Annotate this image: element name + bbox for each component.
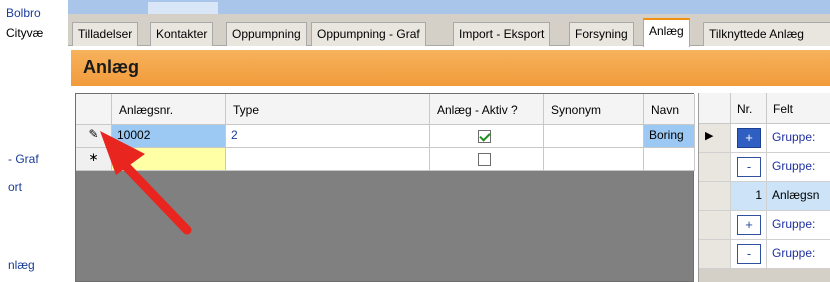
tab-tilladelser[interactable]: Tilladelser bbox=[72, 22, 139, 46]
tab-forsyning[interactable]: Forsyning bbox=[569, 22, 634, 46]
felt-grid-corner bbox=[699, 93, 731, 124]
row-indicator bbox=[699, 211, 731, 240]
tab-bar: Tilladelser Kontakter Oppumpning Oppumpn… bbox=[68, 14, 830, 47]
cell-navn-new[interactable] bbox=[644, 148, 695, 171]
nr-cell: - bbox=[731, 240, 767, 269]
nav-item-import-eksport[interactable]: ort bbox=[8, 180, 22, 194]
nr-cell: 1 bbox=[731, 182, 767, 211]
column-header-navn[interactable]: Navn bbox=[644, 94, 695, 125]
tab-anlaeg[interactable]: Anlæg bbox=[643, 18, 690, 47]
collapse-button[interactable]: - bbox=[737, 157, 761, 177]
aktiv-checkbox[interactable] bbox=[478, 130, 491, 143]
row-indicator bbox=[699, 182, 731, 211]
top-strip-segment bbox=[148, 2, 218, 14]
top-strip bbox=[68, 0, 830, 14]
cell-synonym[interactable] bbox=[544, 125, 644, 148]
expand-button[interactable]: + bbox=[737, 128, 761, 148]
tab-oppumpning[interactable]: Oppumpning bbox=[226, 22, 307, 46]
nav-item-cityvaerk[interactable]: Cityvæ bbox=[6, 26, 43, 40]
section-header: Anlæg bbox=[71, 50, 830, 86]
current-row-indicator: ▶ bbox=[699, 124, 731, 153]
column-header-anlaegsnr[interactable]: Anlægsnr. bbox=[112, 94, 226, 125]
felt-text: Anlægsn bbox=[772, 188, 820, 202]
felt-cell[interactable]: Gruppe: bbox=[767, 240, 830, 269]
felt-text: Gruppe: bbox=[772, 130, 816, 144]
cell-type-new[interactable] bbox=[226, 148, 430, 171]
expand-button[interactable]: + bbox=[737, 215, 761, 235]
cell-anlaegsnr-new[interactable] bbox=[112, 148, 226, 171]
tab-import-eksport[interactable]: Import - Eksport bbox=[453, 22, 551, 46]
row-edit-indicator[interactable]: ✎ bbox=[76, 125, 112, 148]
felt-cell[interactable]: Gruppe: bbox=[767, 211, 830, 240]
column-header-felt[interactable]: Felt bbox=[767, 93, 830, 124]
aktiv-checkbox-new[interactable] bbox=[478, 153, 491, 166]
nr-cell: + bbox=[731, 211, 767, 240]
anlaeg-grid: Anlægsnr. Type Anlæg - Aktiv ? Synonym N… bbox=[75, 93, 695, 282]
nr-cell: + bbox=[731, 124, 767, 153]
column-header-aktiv[interactable]: Anlæg - Aktiv ? bbox=[430, 94, 544, 125]
cell-aktiv-new bbox=[430, 148, 544, 171]
cell-aktiv bbox=[430, 125, 544, 148]
left-navigation: Bolbro Cityvæ - Graf ort nlæg bbox=[0, 0, 68, 282]
cell-type[interactable]: 2 bbox=[226, 125, 430, 148]
play-arrow-icon: ▶ bbox=[705, 130, 714, 142]
nav-item-bolbro[interactable]: Bolbro bbox=[6, 6, 41, 20]
felt-cell[interactable]: Gruppe: bbox=[767, 153, 830, 182]
cell-anlaegsnr[interactable]: 10002 bbox=[112, 125, 226, 148]
row-indicator bbox=[699, 153, 731, 182]
felt-grid: Nr. Felt ▶ + - 1 + - Gruppe: Gruppe: Anl… bbox=[698, 93, 830, 282]
tab-oppumpning-graf[interactable]: Oppumpning - Graf bbox=[311, 22, 426, 46]
tab-kontakter[interactable]: Kontakter bbox=[150, 22, 214, 46]
nav-item-graf[interactable]: - Graf bbox=[8, 152, 39, 166]
column-header-type[interactable]: Type bbox=[226, 94, 430, 125]
column-header-synonym[interactable]: Synonym bbox=[544, 94, 644, 125]
nr-cell: - bbox=[731, 153, 767, 182]
grid-corner-header bbox=[76, 94, 112, 125]
collapse-button[interactable]: - bbox=[737, 244, 761, 264]
felt-text: Gruppe: bbox=[772, 217, 816, 231]
felt-text: Gruppe: bbox=[772, 159, 816, 173]
cell-navn[interactable]: Boring bbox=[644, 125, 695, 148]
column-header-nr[interactable]: Nr. bbox=[731, 93, 767, 124]
row-indicator bbox=[699, 240, 731, 269]
felt-text: Gruppe: bbox=[772, 246, 816, 260]
nav-item-anlaeg[interactable]: nlæg bbox=[8, 258, 35, 272]
row-new-indicator[interactable]: ∗ bbox=[76, 148, 112, 171]
cell-synonym-new[interactable] bbox=[544, 148, 644, 171]
section-title: Anlæg bbox=[83, 57, 139, 77]
felt-cell[interactable]: Gruppe: bbox=[767, 124, 830, 153]
tab-tilknyttede-anlaeg[interactable]: Tilknyttede Anlæg bbox=[703, 22, 830, 46]
felt-cell[interactable]: Anlægsn bbox=[767, 182, 830, 211]
